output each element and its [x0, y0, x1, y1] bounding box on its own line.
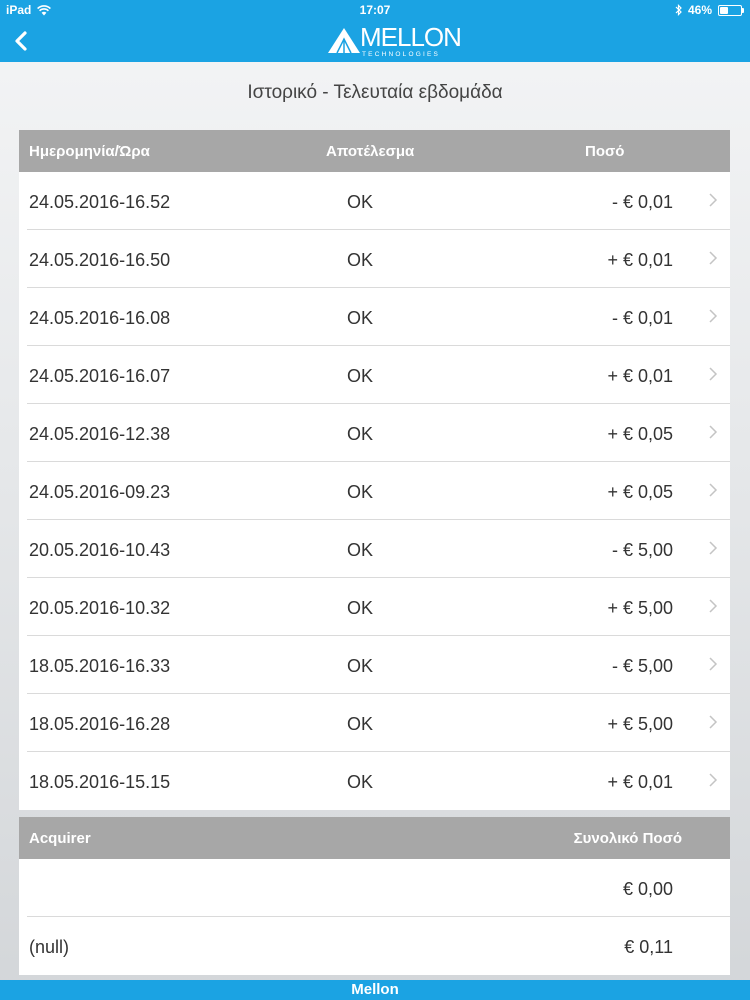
transaction-amount: + € 5,00	[607, 714, 673, 734]
battery-icon	[718, 4, 744, 16]
transaction-result: OK	[347, 714, 374, 734]
chevron-right-icon	[709, 309, 718, 323]
column-header-acquirer: Acquirer	[29, 830, 91, 847]
transaction-result: OK	[347, 250, 374, 270]
logo-text: MELLON	[360, 22, 462, 52]
transaction-result: OK	[347, 424, 374, 444]
status-time: 17:07	[359, 3, 391, 17]
chevron-right-icon	[709, 657, 718, 671]
column-header-datetime: Ημερομηνία/Ώρα	[29, 143, 150, 160]
chevron-right-icon	[709, 773, 718, 787]
total-amount: € 0,11	[624, 937, 673, 957]
history-row[interactable]: 18.05.2016-16.28 OK + € 5,00	[19, 694, 730, 752]
history-row[interactable]: 18.05.2016-15.15 OK + € 0,01	[19, 752, 730, 810]
chevron-right-icon	[709, 483, 718, 497]
logo-subtext: TECHNOLOGIES	[362, 51, 441, 58]
transaction-result: OK	[347, 308, 374, 328]
chevron-right-icon	[709, 715, 718, 729]
logo-pyramid-icon	[328, 28, 360, 54]
history-row[interactable]: 24.05.2016-09.23 OK + € 0,05	[19, 462, 730, 520]
history-row[interactable]: 20.05.2016-10.43 OK - € 5,00	[19, 520, 730, 578]
transaction-datetime: 24.05.2016-16.52	[29, 192, 171, 212]
history-row[interactable]: 24.05.2016-12.38 OK + € 0,05	[19, 404, 730, 462]
transaction-datetime: 18.05.2016-16.33	[29, 656, 171, 676]
transaction-result: OK	[347, 656, 374, 676]
summary-row: (null) € 0,11	[19, 917, 730, 975]
transaction-result: OK	[347, 598, 374, 618]
transaction-amount: + € 0,01	[607, 250, 673, 270]
transaction-amount: - € 5,00	[611, 540, 673, 560]
history-row[interactable]: 24.05.2016-16.07 OK + € 0,01	[19, 346, 730, 404]
transaction-datetime: 24.05.2016-09.23	[29, 482, 171, 502]
transaction-result: OK	[347, 540, 374, 560]
summary-table-header: Acquirer Συνολικό Ποσό	[19, 817, 730, 859]
transaction-datetime: 20.05.2016-10.43	[29, 540, 171, 560]
total-amount: € 0,00	[622, 879, 673, 899]
chevron-right-icon	[709, 251, 718, 265]
chevron-right-icon	[709, 193, 718, 207]
back-button[interactable]	[8, 26, 38, 56]
transaction-result: OK	[347, 772, 374, 792]
transaction-datetime: 24.05.2016-16.50	[29, 250, 171, 270]
summary-table: Acquirer Συνολικό Ποσό € 0,00 (null) € 0…	[19, 817, 730, 975]
column-header-amount: Ποσό	[585, 143, 625, 160]
transaction-amount: - € 0,01	[611, 308, 673, 328]
acquirer-name: (null)	[29, 937, 70, 957]
transaction-datetime: 24.05.2016-12.38	[29, 424, 171, 444]
bottom-bar: Mellon	[0, 980, 750, 1000]
summary-row: € 0,00	[19, 859, 730, 917]
chevron-right-icon	[709, 541, 718, 555]
transaction-amount: + € 0,01	[607, 366, 673, 386]
mellon-logo: MELLON TECHNOLOGIES	[326, 22, 462, 60]
transaction-result: OK	[347, 366, 374, 386]
history-table: Ημερομηνία/Ώρα Αποτέλεσμα Ποσό 24.05.201…	[19, 130, 730, 810]
transaction-datetime: 18.05.2016-15.15	[29, 772, 171, 792]
chevron-right-icon	[709, 367, 718, 381]
chevron-left-icon	[15, 31, 27, 51]
transaction-result: OK	[347, 192, 374, 212]
transaction-amount: + € 0,01	[607, 772, 673, 792]
nav-bar: MELLON TECHNOLOGIES	[0, 20, 750, 62]
transaction-datetime: 24.05.2016-16.08	[29, 308, 171, 328]
transaction-result: OK	[347, 482, 374, 502]
column-header-result: Αποτέλεσμα	[326, 143, 415, 160]
transaction-amount: - € 5,00	[611, 656, 673, 676]
history-row[interactable]: 24.05.2016-16.50 OK + € 0,01	[19, 230, 730, 288]
history-row[interactable]: 18.05.2016-16.33 OK - € 5,00	[19, 636, 730, 694]
bluetooth-icon	[675, 4, 682, 16]
transaction-amount: + € 5,00	[607, 598, 673, 618]
transaction-datetime: 20.05.2016-10.32	[29, 598, 171, 618]
history-row[interactable]: 24.05.2016-16.08 OK - € 0,01	[19, 288, 730, 346]
status-bar: iPad 17:07 46%	[0, 0, 750, 20]
page-title: Ιστορικό - Τελευταία εβδομάδα	[247, 82, 503, 103]
history-table-header: Ημερομηνία/Ώρα Αποτέλεσμα Ποσό	[19, 130, 730, 172]
transaction-amount: - € 0,01	[611, 192, 673, 212]
transaction-datetime: 18.05.2016-16.28	[29, 714, 171, 734]
chevron-right-icon	[709, 599, 718, 613]
history-row[interactable]: 24.05.2016-16.52 OK - € 0,01	[19, 172, 730, 230]
history-row[interactable]: 20.05.2016-10.32 OK + € 5,00	[19, 578, 730, 636]
transaction-datetime: 24.05.2016-16.07	[29, 366, 171, 386]
transaction-amount: + € 0,05	[607, 424, 673, 444]
column-header-total: Συνολικό Ποσό	[573, 830, 682, 847]
transaction-amount: + € 0,05	[607, 482, 673, 502]
battery-percent: 46%	[687, 3, 712, 17]
chevron-right-icon	[709, 425, 718, 439]
